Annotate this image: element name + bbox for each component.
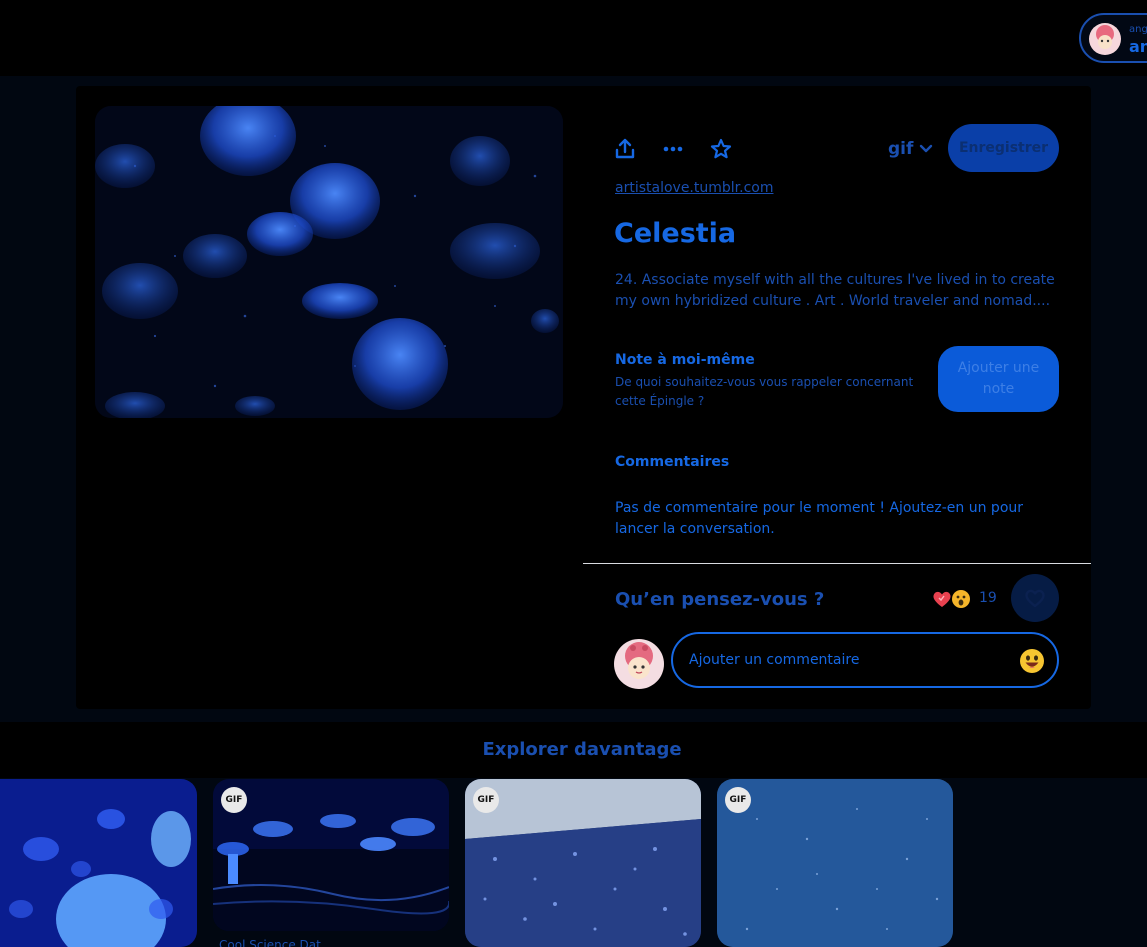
board-select-label: gif xyxy=(888,139,914,159)
board-select[interactable]: gif xyxy=(882,134,933,164)
note-subtitle: De quoi souhaitez-vous vous rappeler con… xyxy=(615,375,914,408)
comments-empty-text: Pas de commentaire pour le moment ! Ajou… xyxy=(615,500,1024,537)
top-bar xyxy=(0,0,1147,76)
explore-tile[interactable] xyxy=(0,779,197,947)
ellipsis-icon[interactable] xyxy=(661,137,685,161)
comment-input[interactable] xyxy=(689,634,1009,686)
profile-button[interactable]: ang an xyxy=(1079,13,1147,63)
commenter-avatar xyxy=(614,639,664,689)
divider xyxy=(583,563,1091,564)
heart-outline-icon xyxy=(1025,589,1045,608)
tile-caption: Cool Science Dat... xyxy=(219,938,333,947)
explore-title: Explorer davantage xyxy=(482,739,682,760)
chevron-down-icon xyxy=(920,144,933,153)
comments-title: Commentaires xyxy=(615,454,730,470)
username-large: an xyxy=(1129,37,1147,56)
pin-description: 24. Associate myself with all the cultur… xyxy=(615,272,1055,309)
share-upload-icon[interactable] xyxy=(613,137,637,161)
reaction-count: 19 xyxy=(979,590,997,606)
star-icon[interactable] xyxy=(709,137,733,161)
source-link[interactable]: artistalove.tumblr.com xyxy=(615,180,773,196)
note-title: Note à moi-même xyxy=(615,352,755,368)
gif-badge: GIF xyxy=(725,787,751,813)
explore-tile[interactable] xyxy=(213,779,449,931)
gif-badge: GIF xyxy=(221,787,247,813)
surprised-emoji-icon xyxy=(952,590,970,608)
add-note-button[interactable]: Ajouter une note xyxy=(938,346,1059,412)
emoji-picker-icon[interactable] xyxy=(1019,648,1045,674)
gif-badge: GIF xyxy=(473,787,499,813)
feedback-question: Qu’en pensez-vous ? xyxy=(615,589,825,610)
user-avatar xyxy=(1089,23,1121,55)
save-button[interactable]: Enregistrer xyxy=(948,124,1059,172)
explore-tile[interactable] xyxy=(717,779,953,947)
reaction-summary[interactable] xyxy=(931,588,971,610)
comment-box xyxy=(671,632,1059,688)
username-small: ang xyxy=(1129,24,1147,35)
pin-image[interactable] xyxy=(95,106,563,418)
explore-tile[interactable] xyxy=(465,779,701,947)
react-button[interactable] xyxy=(1011,574,1059,622)
pin-title: Celestia xyxy=(614,218,737,249)
heart-emoji-icon xyxy=(933,591,951,607)
